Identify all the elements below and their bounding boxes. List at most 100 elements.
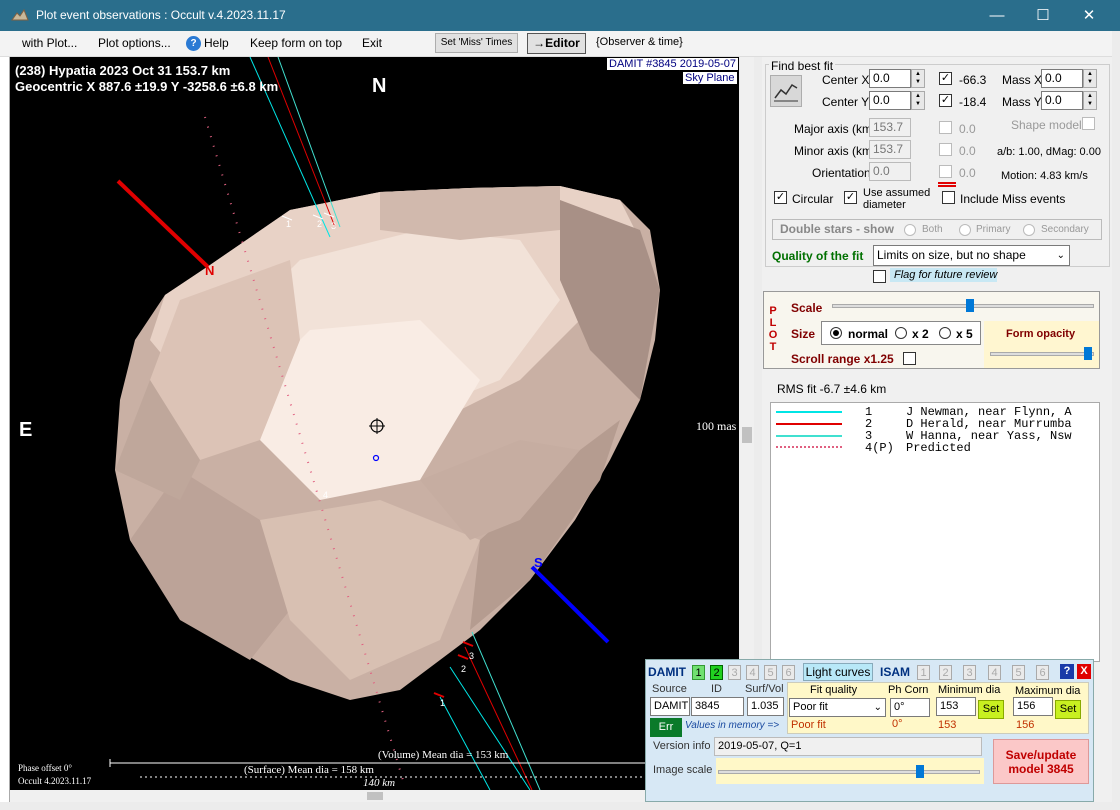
minor-axis-checkbox[interactable] <box>939 143 952 156</box>
minor-axis-input[interactable]: 153.7 <box>869 140 911 159</box>
min-dia-set-button[interactable]: Set <box>978 700 1004 719</box>
isam-tab-5[interactable]: 5 <box>1012 665 1025 680</box>
light-curves-button[interactable]: Light curves <box>803 663 873 681</box>
size-label: Size <box>791 327 816 341</box>
damit-tab-4[interactable]: 4 <box>746 665 759 680</box>
center-y-spinner[interactable]: ▲ ▼ <box>911 91 925 110</box>
help-icon[interactable]: ? <box>186 36 201 51</box>
minimize-button[interactable]: — <box>974 0 1020 31</box>
isam-tab-3[interactable]: 3 <box>963 665 976 680</box>
shape-model-label: Shape model <box>1011 118 1082 132</box>
version-info-field[interactable]: 2019-05-07, Q=1 <box>714 737 982 756</box>
orientation-checkbox[interactable] <box>939 165 952 178</box>
shape-model-checkbox[interactable] <box>1082 117 1095 130</box>
source-field[interactable]: DAMIT <box>650 697 690 716</box>
mass-y-input[interactable]: 0.0 <box>1041 91 1083 110</box>
fit-quality-select[interactable]: Poor fit ⌄ <box>789 698 886 717</box>
form-opacity-slider-thumb[interactable] <box>1084 347 1092 360</box>
center-x-fit-checkbox[interactable]: ✓ <box>939 72 952 85</box>
mass-x-input[interactable]: 0.0 <box>1041 69 1083 88</box>
size-x2-radio[interactable] <box>895 327 907 339</box>
surf-vol-field[interactable]: 1.035 <box>747 697 784 716</box>
secondary-radio[interactable] <box>1023 224 1035 236</box>
center-x-spinner[interactable]: ▲ ▼ <box>911 69 925 88</box>
major-axis-input[interactable]: 153.7 <box>869 118 911 137</box>
ph-corr-field[interactable]: 0° <box>890 698 930 717</box>
surface-dia-label: (Surface) Mean dia = 158 km <box>244 764 374 776</box>
both-radio[interactable] <box>904 224 916 236</box>
major-axis-checkbox[interactable] <box>939 121 952 134</box>
sky-plane-label: Sky Plane <box>683 72 737 84</box>
both-label: Both <box>922 224 943 235</box>
quality-of-fit-select[interactable]: Limits on size, but no shape ⌄ <box>873 245 1070 266</box>
close-button[interactable]: ✕ <box>1066 0 1112 31</box>
menu-help[interactable]: Help <box>204 36 229 50</box>
err-button[interactable]: Err <box>650 718 682 737</box>
quality-of-fit-label: Quality of the fit <box>772 249 864 263</box>
scale-slider-thumb[interactable] <box>966 299 974 312</box>
damit-tab-5[interactable]: 5 <box>764 665 777 680</box>
chord-label-3-top: 3 <box>331 221 337 231</box>
isam-tab-6[interactable]: 6 <box>1036 665 1049 680</box>
set-miss-times-button[interactable]: Set 'Miss' Times <box>435 33 518 53</box>
size-normal-radio[interactable] <box>830 327 842 339</box>
primary-radio[interactable] <box>959 224 971 236</box>
menu-plot-options[interactable]: Plot options... <box>98 36 171 50</box>
damit-tab-6[interactable]: 6 <box>782 665 795 680</box>
major-axis-label: Major axis (km) <box>794 122 877 136</box>
image-scale-slider-thumb[interactable] <box>916 765 924 778</box>
center-x-input[interactable]: 0.0 <box>869 69 911 88</box>
save-update-model-button[interactable]: Save/update model 3845 <box>993 739 1089 784</box>
menu-with-plot[interactable]: with Plot... <box>22 36 77 50</box>
fit-quality-value: Poor fit <box>793 701 828 713</box>
scroll-range-label: Scroll range x1.25 <box>791 352 894 366</box>
include-miss-checkbox[interactable] <box>942 191 955 204</box>
plot-horizontal-scrollbar[interactable] <box>10 790 739 802</box>
major-axis-fit-value: 0.0 <box>959 122 976 136</box>
scale-label: Scale <box>791 301 823 315</box>
menu-keep-on-top[interactable]: Keep form on top <box>250 36 342 50</box>
isam-tab-1[interactable]: 1 <box>917 665 930 680</box>
damit-help-button[interactable]: ? <box>1060 664 1074 679</box>
orientation-input[interactable]: 0.0 <box>869 162 911 181</box>
damit-tab-1[interactable]: 1 <box>692 665 705 680</box>
damit-close-button[interactable]: X <box>1077 664 1091 679</box>
plot-vertical-label: P L O T <box>768 305 778 353</box>
size-x5-radio[interactable] <box>939 327 951 339</box>
damit-tab-3[interactable]: 3 <box>728 665 741 680</box>
ph-corr-memory: 0° <box>892 718 903 730</box>
image-scale-slider[interactable] <box>718 770 980 774</box>
maximize-button[interactable]: ☐ <box>1020 0 1066 31</box>
mass-x-spinner[interactable]: ▲ ▼ <box>1083 69 1097 88</box>
isam-tab-4[interactable]: 4 <box>988 665 1001 680</box>
pole-s-label: S <box>534 555 543 570</box>
flag-review-checkbox[interactable] <box>873 270 886 283</box>
window-title: Plot event observations : Occult v.4.202… <box>36 8 286 22</box>
mass-y-label: Mass Y <box>1002 95 1042 109</box>
hscroll-thumb[interactable] <box>367 792 383 800</box>
max-dia-set-button[interactable]: Set <box>1055 700 1081 719</box>
scale-slider[interactable] <box>832 304 1094 308</box>
menu-exit[interactable]: Exit <box>362 36 382 50</box>
plot-canvas[interactable]: (238) Hypatia 2023 Oct 31 153.7 km Geoce… <box>10 57 739 790</box>
center-y-input[interactable]: 0.0 <box>869 91 911 110</box>
form-opacity-slider[interactable] <box>990 352 1094 356</box>
editor-button[interactable]: →Editor <box>527 33 586 54</box>
observer-time-menu[interactable]: {Observer & time} <box>596 36 683 48</box>
east-label: E <box>19 419 33 441</box>
form-opacity-label: Form opacity <box>1006 328 1076 340</box>
scrollbar-thumb[interactable] <box>742 427 752 443</box>
min-dia-field[interactable]: 153 <box>936 697 976 716</box>
damit-tab-2[interactable]: 2 <box>710 665 723 680</box>
use-assumed-diameter-checkbox[interactable]: ✓ <box>844 191 857 204</box>
max-dia-field[interactable]: 156 <box>1013 697 1053 716</box>
mass-y-spinner[interactable]: ▲ ▼ <box>1083 91 1097 110</box>
center-y-fit-checkbox[interactable]: ✓ <box>939 94 952 107</box>
best-fit-button[interactable] <box>770 75 802 107</box>
observer-legend-list[interactable]: 1 J Newman, near Flynn, A 2 D Herald, ne… <box>770 402 1100 662</box>
circular-checkbox[interactable]: ✓ <box>774 191 787 204</box>
values-in-memory-label: Values in memory => <box>685 720 780 731</box>
scroll-range-checkbox[interactable] <box>903 352 916 365</box>
id-field[interactable]: 3845 <box>691 697 744 716</box>
isam-tab-2[interactable]: 2 <box>939 665 952 680</box>
